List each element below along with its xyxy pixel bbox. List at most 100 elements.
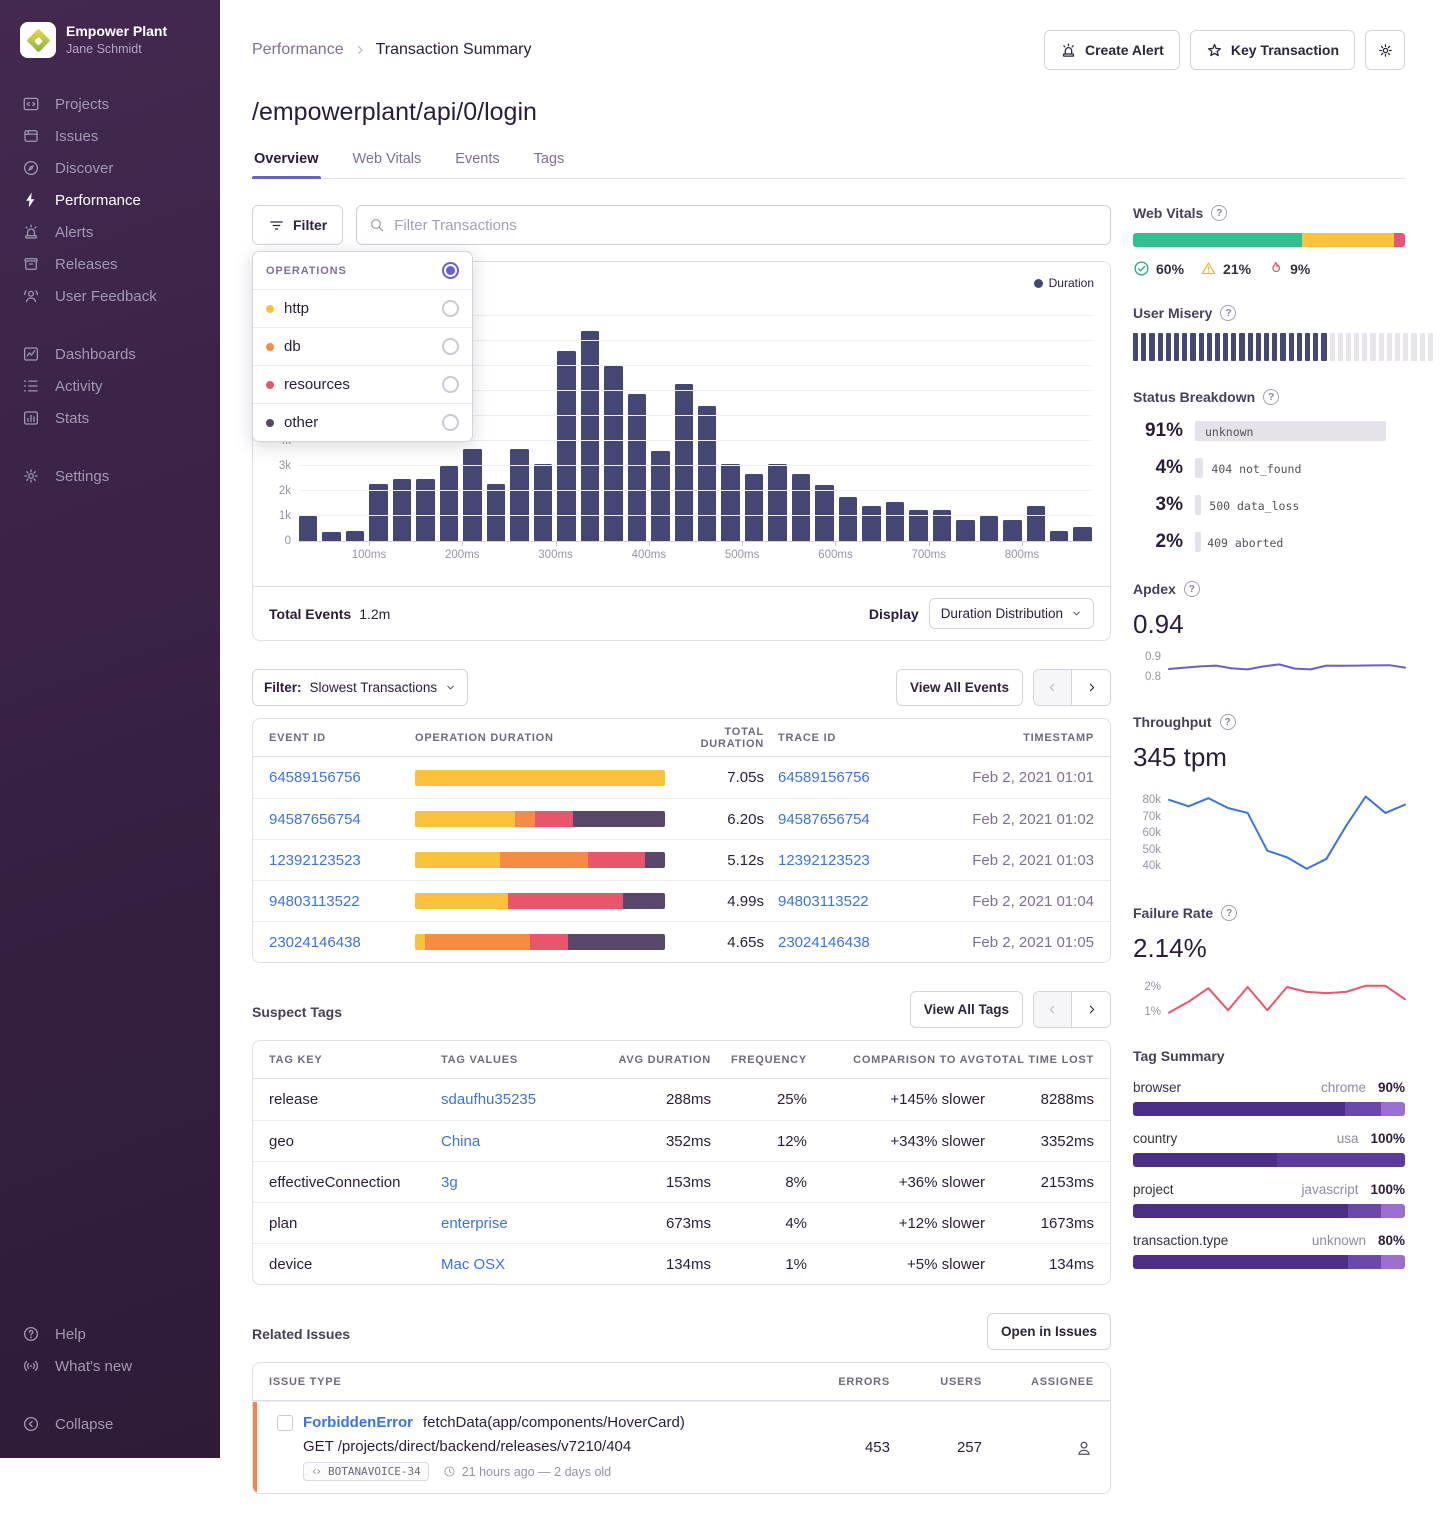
trace-id-link[interactable]: 12392123523: [778, 852, 870, 869]
histogram-bar[interactable]: [862, 506, 880, 541]
issue-checkbox[interactable]: [277, 1415, 293, 1431]
sidebar-item-settings[interactable]: Settings: [0, 460, 220, 492]
events-filter-select[interactable]: Filter: Slowest Transactions: [252, 669, 468, 706]
vitals-meh-stat: 21%: [1200, 260, 1251, 277]
create-alert-button[interactable]: Create Alert: [1044, 30, 1180, 70]
help-circle-icon[interactable]: ?: [1263, 389, 1279, 405]
histogram-bar[interactable]: [698, 406, 716, 541]
histogram-bar[interactable]: [299, 516, 317, 541]
misery-tick: [1239, 333, 1244, 361]
event-id-link[interactable]: 12392123523: [269, 852, 361, 869]
issue-type-link[interactable]: ForbiddenError: [303, 1414, 413, 1431]
suspect-tag-value-link[interactable]: Mac OSX: [441, 1256, 505, 1273]
histogram-bar[interactable]: [440, 466, 458, 541]
help-circle-icon[interactable]: ?: [1211, 205, 1227, 221]
event-id-link[interactable]: 94803113522: [269, 893, 360, 910]
suspect-tag-value-link[interactable]: 3g: [441, 1174, 458, 1191]
histogram-bar[interactable]: [1073, 527, 1091, 541]
histogram-bar[interactable]: [768, 464, 786, 542]
events-prev-button[interactable]: [1034, 670, 1072, 705]
suspect-tag-value-link[interactable]: China: [441, 1133, 480, 1150]
org-switcher[interactable]: Empower Plant Jane Schmidt: [0, 18, 220, 66]
tab-events[interactable]: Events: [453, 151, 501, 178]
histogram-bar[interactable]: [721, 464, 739, 542]
assignee-person-icon[interactable]: [1074, 1438, 1094, 1458]
sidebar-item-projects[interactable]: Projects: [0, 88, 220, 120]
operation-filter-item-http[interactable]: http: [253, 289, 472, 327]
breadcrumb-performance[interactable]: Performance: [252, 41, 344, 59]
operation-radio[interactable]: [442, 300, 459, 317]
sidebar-item-performance[interactable]: Performance: [0, 184, 220, 216]
histogram-bar[interactable]: [792, 474, 810, 542]
histogram-bar[interactable]: [745, 474, 763, 542]
event-id-link[interactable]: 23024146438: [269, 934, 361, 951]
histogram-bar[interactable]: [581, 331, 599, 541]
key-transaction-button[interactable]: Key Transaction: [1190, 30, 1355, 70]
histogram-bar[interactable]: [557, 351, 575, 541]
histogram-bar[interactable]: [1003, 520, 1021, 541]
histogram-bar[interactable]: [346, 531, 364, 541]
histogram-bar[interactable]: [980, 516, 998, 541]
sidebar-item-stats[interactable]: Stats: [0, 402, 220, 434]
histogram-bar[interactable]: [1050, 531, 1068, 541]
trace-id-link[interactable]: 94587656754: [778, 811, 870, 828]
tags-prev-button[interactable]: [1034, 992, 1072, 1027]
sidebar-item-dashboards[interactable]: Dashboards: [0, 338, 220, 370]
operations-all-radio[interactable]: [442, 262, 459, 279]
display-select[interactable]: Duration Distribution: [929, 598, 1094, 629]
sidebar-item-alerts[interactable]: Alerts: [0, 216, 220, 248]
filter-button[interactable]: Filter: [252, 205, 343, 245]
sidebar-item-whats-new[interactable]: What's new: [0, 1350, 220, 1382]
tab-tags[interactable]: Tags: [532, 151, 567, 178]
suspect-tag-value-link[interactable]: enterprise: [441, 1215, 508, 1232]
events-next-button[interactable]: [1072, 670, 1110, 705]
event-id-link[interactable]: 64589156756: [269, 769, 361, 786]
histogram-bar[interactable]: [369, 484, 387, 542]
histogram-bar[interactable]: [1027, 506, 1045, 541]
histogram-bar[interactable]: [416, 479, 434, 542]
histogram-bar[interactable]: [956, 520, 974, 541]
histogram-bar[interactable]: [675, 384, 693, 542]
help-circle-icon[interactable]: ?: [1220, 714, 1236, 730]
suspect-tag-value-link[interactable]: sdaufhu35235: [441, 1091, 536, 1108]
operation-radio[interactable]: [442, 338, 459, 355]
sidebar-item-discover[interactable]: Discover: [0, 152, 220, 184]
sidebar-item-releases[interactable]: Releases: [0, 248, 220, 280]
help-circle-icon[interactable]: ?: [1221, 905, 1237, 921]
settings-button[interactable]: [1365, 30, 1405, 70]
operation-filter-item-other[interactable]: other: [253, 403, 472, 441]
status-pct: 2%: [1133, 531, 1183, 553]
sidebar-item-help[interactable]: Help: [0, 1318, 220, 1350]
histogram-bar[interactable]: [463, 449, 481, 542]
histogram-bar[interactable]: [534, 464, 552, 542]
open-in-issues-button[interactable]: Open in Issues: [987, 1313, 1111, 1350]
event-id-link[interactable]: 94587656754: [269, 811, 361, 828]
alerts-icon: [22, 223, 40, 241]
view-all-events-button[interactable]: View All Events: [896, 669, 1023, 706]
sidebar-item-user-feedback[interactable]: User Feedback: [0, 280, 220, 312]
operation-filter-item-resources[interactable]: resources: [253, 365, 472, 403]
sidebar-item-issues[interactable]: Issues: [0, 120, 220, 152]
tags-next-button[interactable]: [1072, 992, 1110, 1027]
sidebar-item-activity[interactable]: Activity: [0, 370, 220, 402]
tab-web-vitals[interactable]: Web Vitals: [351, 151, 424, 178]
histogram-bar[interactable]: [393, 479, 411, 542]
histogram-bar[interactable]: [322, 532, 340, 541]
histogram-bar[interactable]: [510, 449, 528, 542]
histogram-bar[interactable]: [815, 485, 833, 541]
histogram-bar[interactable]: [487, 484, 505, 542]
trace-id-link[interactable]: 23024146438: [778, 934, 870, 951]
trace-id-link[interactable]: 94803113522: [778, 893, 869, 910]
histogram-bar[interactable]: [886, 502, 904, 541]
operation-filter-item-db[interactable]: db: [253, 327, 472, 365]
operation-radio[interactable]: [442, 414, 459, 431]
search-input[interactable]: [394, 217, 1098, 234]
sidebar-item-collapse[interactable]: Collapse: [0, 1408, 220, 1440]
trace-id-link[interactable]: 64589156756: [778, 769, 870, 786]
help-circle-icon[interactable]: ?: [1184, 581, 1200, 597]
view-all-tags-button[interactable]: View All Tags: [910, 991, 1023, 1028]
tab-overview[interactable]: Overview: [252, 151, 321, 178]
help-circle-icon[interactable]: ?: [1220, 305, 1236, 321]
operation-radio[interactable]: [442, 376, 459, 393]
histogram-bar[interactable]: [839, 497, 857, 541]
